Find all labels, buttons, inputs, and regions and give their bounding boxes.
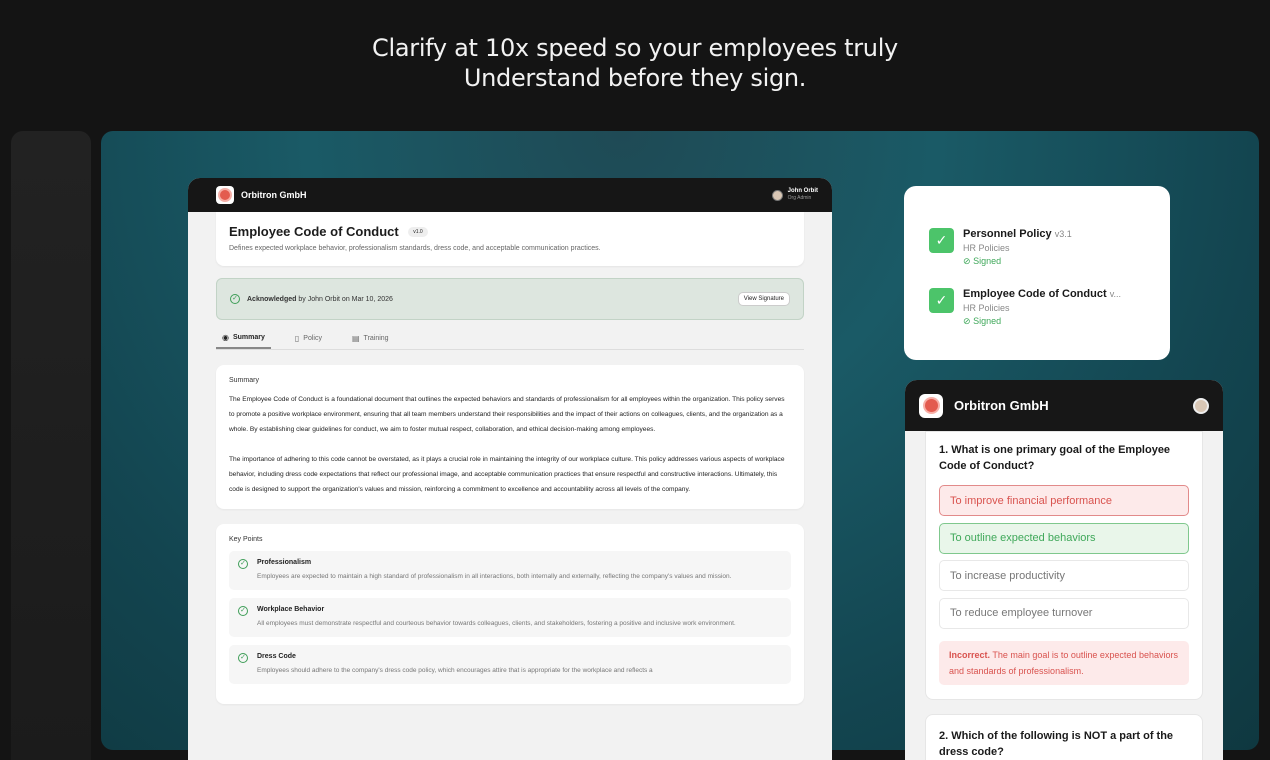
- ack-detail: by John Orbit on Mar 10, 2026: [298, 295, 393, 303]
- key-point-item: ✓ Workplace Behavior All employees must …: [229, 598, 791, 637]
- user-name: John Orbit: [787, 188, 818, 194]
- status-badge: ⊘ Signed: [963, 256, 1072, 267]
- key-point-title: Workplace Behavior: [257, 606, 325, 613]
- org-logo-icon: [216, 186, 234, 204]
- check-circle-icon: ✓: [238, 653, 248, 663]
- policy-version: v3.1: [1054, 229, 1072, 239]
- question-text: 1. What is one primary goal of the Emplo…: [939, 444, 1171, 472]
- key-point-item: ✓ Professionalism Employees are expected…: [229, 551, 791, 590]
- acknowledged-banner: ✓ Acknowledged by John Orbit on Mar 10, …: [216, 278, 804, 320]
- headline-line-1: Clarify at 10x speed so your employees t…: [372, 34, 898, 62]
- headline: Clarify at 10x speed so your employees t…: [0, 33, 1270, 93]
- status-badge: ⊘ Signed: [963, 316, 1121, 327]
- ack-label: Acknowledged: [247, 295, 297, 303]
- tab-label: Summary: [232, 334, 265, 341]
- answer-option[interactable]: To reduce employee turnover: [939, 597, 1189, 629]
- key-points-title: Key Points: [229, 536, 263, 543]
- answer-option[interactable]: To outline expected behaviors: [939, 522, 1189, 554]
- policy-name: Employee Code of Conduct: [963, 288, 1107, 300]
- status-text: Signed: [973, 316, 1002, 326]
- summary-paragraph: The Employee Code of Conduct is a founda…: [229, 396, 785, 433]
- avatar[interactable]: [1193, 397, 1209, 414]
- summary-card: Summary The Employee Code of Conduct is …: [216, 365, 804, 509]
- view-signature-button[interactable]: View Signature: [737, 292, 790, 306]
- summary-paragraph: The importance of adhering to this code …: [229, 456, 785, 493]
- tab-training[interactable]: ▤ Training: [346, 328, 395, 349]
- tab-label: Policy: [303, 335, 322, 342]
- check-circle-icon: ⊘: [963, 316, 971, 326]
- tab-bar: ◉ Summary ▯ Policy ▤ Training: [216, 328, 804, 350]
- question-card: 2. Which of the following is NOT a part …: [925, 713, 1203, 760]
- signed-policy-item[interactable]: ✓ Employee Code of Conduct v... HR Polic…: [929, 288, 1145, 327]
- tab-label: Training: [363, 335, 389, 342]
- summary-title: Summary: [229, 377, 259, 384]
- checkbox-checked-icon: ✓: [929, 288, 954, 313]
- headline-line-2: Understand before they sign.: [463, 64, 807, 92]
- tab-policy[interactable]: ▯ Policy: [289, 328, 328, 349]
- key-point-text: Employees are expected to maintain a hig…: [257, 573, 732, 580]
- key-point-title: Dress Code: [257, 653, 296, 660]
- status-text: Signed: [973, 256, 1002, 266]
- key-point-text: Employees should adhere to the company's…: [257, 667, 653, 674]
- org-name: Orbitron GmbH: [954, 398, 1049, 413]
- window-header: Orbitron GmbH John Orbit Org Admin: [188, 178, 832, 212]
- check-circle-icon: ✓: [238, 559, 248, 569]
- check-circle-icon: ⊘: [963, 256, 971, 266]
- answer-option[interactable]: To improve financial performance: [939, 485, 1189, 516]
- eye-icon: ◉: [222, 333, 229, 342]
- document-header: Employee Code of Conduct v1.0 Defines ex…: [216, 212, 804, 266]
- version-badge: v1.0: [408, 227, 428, 237]
- clipboard-icon: ▤: [351, 334, 360, 343]
- signed-policy-item[interactable]: ✓ Personnel Policy v3.1 HR Policies ⊘ Si…: [929, 228, 1145, 267]
- user-role: Org Admin: [787, 195, 812, 201]
- user-menu[interactable]: John Orbit Org Admin: [771, 188, 818, 202]
- quiz-header: Orbitron GmbH: [905, 380, 1223, 431]
- key-points-card: Key Points ✓ Professionalism Employees a…: [216, 524, 804, 704]
- checkbox-checked-icon: ✓: [929, 228, 954, 253]
- page-title: Employee Code of Conduct: [229, 224, 399, 239]
- key-point-item: ✓ Dress Code Employees should adhere to …: [229, 645, 791, 684]
- document-icon: ▯: [294, 334, 300, 343]
- policy-category: HR Policies: [963, 303, 1010, 313]
- quiz-window: Orbitron GmbH 1. What is one primary goa…: [905, 380, 1223, 760]
- tab-summary[interactable]: ◉ Summary: [216, 328, 271, 349]
- check-circle-icon: ✓: [230, 294, 240, 304]
- key-point-title: Professionalism: [257, 559, 312, 566]
- signed-policies-card: ✓ Personnel Policy v3.1 HR Policies ⊘ Si…: [904, 186, 1170, 360]
- key-point-text: All employees must demonstrate respectfu…: [257, 620, 736, 627]
- question-text: 2. Which of the following is NOT a part …: [939, 729, 1174, 758]
- question-card: 1. What is one primary goal of the Emplo…: [925, 431, 1203, 700]
- document-description: Defines expected workplace behavior, pro…: [229, 245, 601, 252]
- org-logo-icon: [919, 393, 943, 418]
- avatar: [771, 189, 783, 201]
- org-name: Orbitron GmbH: [241, 190, 307, 200]
- answer-option[interactable]: To increase productivity: [939, 560, 1189, 591]
- policy-window: Orbitron GmbH John Orbit Org Admin Emplo…: [188, 178, 832, 760]
- policy-category: HR Policies: [963, 243, 1010, 253]
- policy-version: v...: [1109, 289, 1122, 299]
- policy-name: Personnel Policy: [963, 228, 1052, 240]
- feedback-message: Incorrect. The main goal is to outline e…: [939, 640, 1189, 685]
- feedback-label: Incorrect.: [949, 649, 991, 660]
- left-panel-strip: [11, 131, 91, 760]
- check-circle-icon: ✓: [238, 606, 248, 616]
